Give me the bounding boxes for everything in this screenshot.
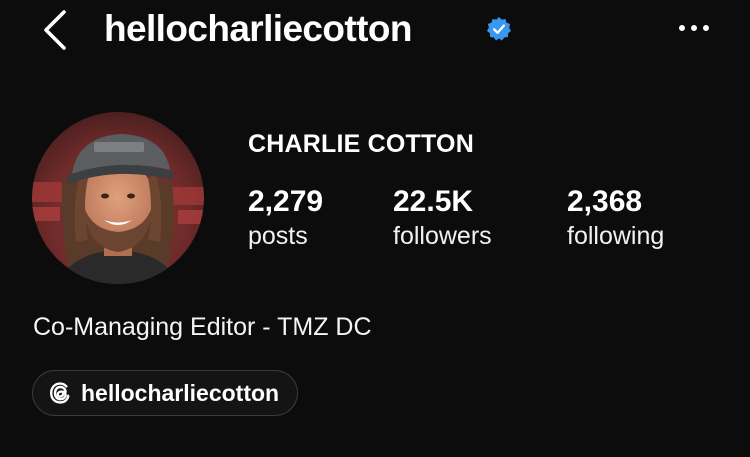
- top-bar: hellocharliecotton: [0, 0, 750, 60]
- threads-icon: [50, 382, 70, 404]
- threads-link-button[interactable]: hellocharliecotton: [32, 370, 299, 416]
- display-name: CHARLIE COTTON: [248, 130, 474, 158]
- following-label: following: [567, 222, 665, 250]
- threads-username: hellocharliecotton: [81, 380, 280, 406]
- profile-photo: [32, 112, 204, 284]
- profile-bio: Co-Managing Editor - TMZ DC: [33, 313, 372, 341]
- stat-posts[interactable]: 2,279 posts: [248, 184, 323, 252]
- avatar[interactable]: [32, 112, 204, 284]
- stat-following[interactable]: 2,368 following: [567, 184, 664, 252]
- chevron-left-icon: [44, 10, 66, 50]
- posts-label: posts: [248, 222, 308, 250]
- more-horizontal-icon: [679, 25, 709, 31]
- stat-followers[interactable]: 22.5K followers: [393, 184, 492, 252]
- following-count: 2,368: [567, 185, 643, 218]
- verified-badge-icon: [486, 16, 512, 41]
- posts-count: 2,279: [248, 185, 324, 218]
- profile-username: hellocharliecotton: [104, 8, 412, 49]
- back-button[interactable]: [38, 8, 74, 52]
- followers-label: followers: [393, 222, 492, 250]
- more-options-button[interactable]: [676, 18, 712, 38]
- followers-count: 22.5K: [393, 185, 474, 218]
